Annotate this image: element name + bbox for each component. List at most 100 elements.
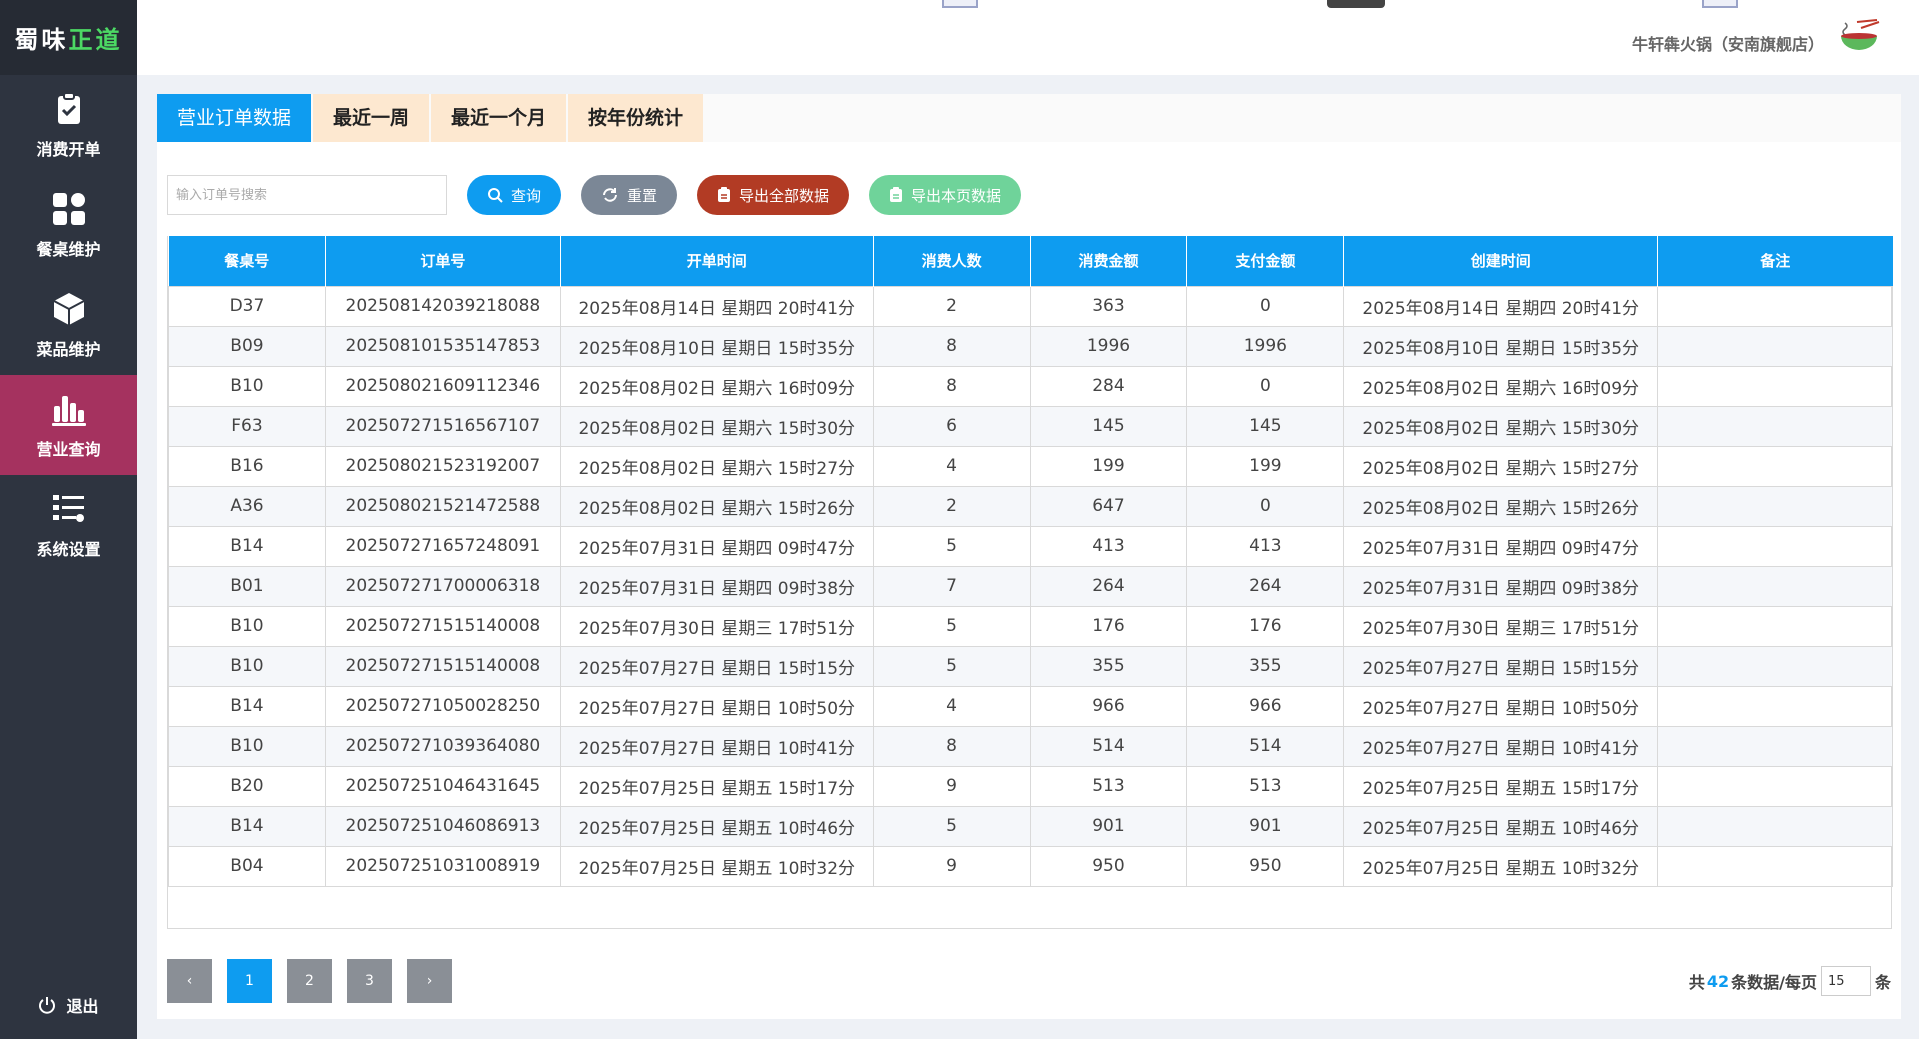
next-page-button[interactable]: › [407, 959, 452, 1003]
table-cell: 264 [1029, 565, 1188, 607]
table-cell: 202508021521472588 [324, 485, 561, 527]
table-cell [1657, 765, 1893, 807]
table-cell: D37 [168, 285, 326, 327]
table-row[interactable]: F63 202507271516567107 2025年08月02日 星期六 15时… [168, 405, 1893, 447]
table-cell: 2025年08月02日 星期六 15时30分 [559, 405, 874, 447]
sidebar-item-tables[interactable]: 餐桌维护 [0, 175, 137, 275]
page-size-input[interactable] [1820, 966, 1871, 996]
header-fragment [1702, 0, 1738, 8]
table-cell: B20 [168, 765, 326, 807]
sidebar-item-label: 菜品维护 [36, 340, 101, 359]
sidebar-item-dishes[interactable]: 菜品维护 [0, 275, 137, 375]
table-cell: 9 [872, 765, 1031, 807]
column-header: 订单号 [325, 236, 561, 286]
table-cell: B04 [168, 845, 326, 887]
sidebar-item-label: 系统设置 [36, 540, 101, 559]
table-row[interactable]: A36 202508021521472588 2025年08月02日 星期六 15时… [168, 485, 1893, 527]
table-cell: 2025年08月10日 星期日 15时35分 [559, 325, 874, 367]
table-cell: 199 [1186, 445, 1345, 487]
table-cell: 7 [872, 565, 1031, 607]
prev-page-button[interactable]: ‹ [167, 959, 212, 1003]
tab-by-year[interactable]: 按年份统计 [568, 94, 704, 142]
table-cell: 2025年07月25日 星期五 10时46分 [1343, 805, 1659, 847]
orders-table-container: 餐桌号 订单号 开单时间 消费人数 消费金额 支付金额 创建时间 备注 D37 20250814… [167, 236, 1893, 929]
tab-last-month[interactable]: 最近一个月 [431, 94, 567, 142]
tab-order-data[interactable]: 营业订单数据 [157, 94, 312, 142]
main-panel: 营业订单数据 最近一周 最近一个月 按年份统计 查询 重置 [157, 94, 1901, 1019]
table-row[interactable]: B04 202507251031008919 2025年07月25日 星期五 10时… [168, 845, 1893, 887]
table-cell: 1996 [1029, 325, 1188, 367]
export-all-label: 导出全部数据 [739, 186, 830, 205]
table-cell: 363 [1029, 285, 1188, 327]
sidebar-item-order[interactable]: 消费开单 [0, 75, 137, 175]
table-cell: B14 [168, 685, 326, 727]
table-cell: 202507271515140008 [324, 645, 561, 687]
table-cell: 8 [872, 725, 1031, 767]
table-row[interactable]: B14 202507251046086913 2025年07月25日 星期五 10时… [168, 805, 1893, 847]
tab-last-week[interactable]: 最近一周 [313, 94, 430, 142]
table-row[interactable]: D37 202508142039218088 2025年08月14日 星期四 20时… [168, 285, 1893, 327]
table-cell: B10 [168, 365, 326, 407]
table-row[interactable]: B10 202508021609112346 2025年08月02日 星期六 16时… [168, 365, 1893, 407]
table-cell: B14 [168, 805, 326, 847]
table-row[interactable]: B10 202507271039364080 2025年07月27日 星期日 10时… [168, 725, 1893, 767]
table-cell [1657, 565, 1893, 607]
export-all-button[interactable]: 导出全部数据 [697, 175, 850, 215]
table-row[interactable]: B09 202508101535147853 2025年08月10日 星期日 15时… [168, 325, 1893, 367]
total-count: 42 [1706, 971, 1730, 991]
table-row[interactable]: B20 202507251046431645 2025年07月25日 星期五 15时… [168, 765, 1893, 807]
table-cell: 264 [1186, 565, 1345, 607]
table-cell: 145 [1029, 405, 1188, 447]
table-cell: 2025年07月31日 星期四 09时47分 [1343, 525, 1659, 567]
logout-button[interactable]: 退出 [0, 993, 137, 1017]
table-cell: 2025年07月27日 星期日 10时50分 [1343, 685, 1659, 727]
table-cell: A36 [168, 485, 326, 527]
table-cell: B14 [168, 525, 326, 567]
page-button-2[interactable]: 2 [287, 959, 332, 1003]
table-cell: 8 [872, 365, 1031, 407]
table-row[interactable]: B10 202507271515140008 2025年07月27日 星期日 15时… [168, 645, 1893, 687]
table-cell: 176 [1029, 605, 1188, 647]
table-row[interactable]: B16 202508021523192007 2025年08月02日 星期六 15时… [168, 445, 1893, 487]
total-suffix: 条数据/每页 [1731, 973, 1817, 992]
table-cell: 2025年08月14日 星期四 20时41分 [559, 285, 874, 327]
sidebar-item-label: 消费开单 [36, 140, 101, 159]
column-header: 支付金额 [1186, 236, 1345, 286]
column-header: 消费人数 [873, 236, 1031, 286]
table-cell: 284 [1029, 365, 1188, 407]
page-button-3[interactable]: 3 [347, 959, 392, 1003]
table-cell: 2 [872, 485, 1031, 527]
table-cell: 2025年08月02日 星期六 15时26分 [559, 485, 874, 527]
export-page-button[interactable]: 导出本页数据 [869, 175, 1022, 215]
clipboard-check-icon [57, 92, 80, 124]
table-cell [1657, 725, 1893, 767]
power-icon [39, 997, 56, 1014]
table-cell [1657, 685, 1893, 727]
table-cell: 950 [1186, 845, 1345, 887]
table-cell: 2025年07月31日 星期四 09时38分 [1343, 565, 1659, 607]
table-cell: 2025年07月25日 星期五 15时17分 [559, 765, 874, 807]
table-cell: 202507271516567107 [324, 405, 561, 447]
query-button[interactable]: 查询 [467, 175, 562, 215]
table-cell: 202507251046431645 [324, 765, 561, 807]
table-cell: 514 [1186, 725, 1345, 767]
table-row[interactable]: B14 202507271050028250 2025年07月27日 星期日 10时… [168, 685, 1893, 727]
table-cell: 413 [1186, 525, 1345, 567]
table-row[interactable]: B01 202507271700006318 2025年07月31日 星期四 09时… [168, 565, 1893, 607]
sidebar-item-settings[interactable]: 系统设置 [0, 475, 137, 575]
reset-button[interactable]: 重置 [581, 175, 678, 215]
table-cell: 966 [1186, 685, 1345, 727]
table-cell: B09 [168, 325, 326, 367]
table-cell: 2025年07月27日 星期日 10时50分 [559, 685, 874, 727]
table-cell: 202507271657248091 [324, 525, 561, 567]
sidebar-item-business[interactable]: 营业查询 [0, 375, 137, 475]
page-button-1[interactable]: 1 [227, 959, 272, 1003]
table-cell: 901 [1186, 805, 1345, 847]
table-cell [1657, 405, 1893, 447]
table-row[interactable]: B10 202507271515140008 2025年07月30日 星期三 17时… [168, 605, 1893, 647]
order-search-input[interactable] [167, 175, 447, 215]
sidebar: 蜀味 正道 消费开单 餐桌维护 菜品维护 营业查询 系统设置 退出 [0, 0, 137, 1039]
table-row[interactable]: B14 202507271657248091 2025年07月31日 星期四 09时… [168, 525, 1893, 567]
table-cell: F63 [168, 405, 326, 447]
table-cell: 5 [872, 525, 1031, 567]
